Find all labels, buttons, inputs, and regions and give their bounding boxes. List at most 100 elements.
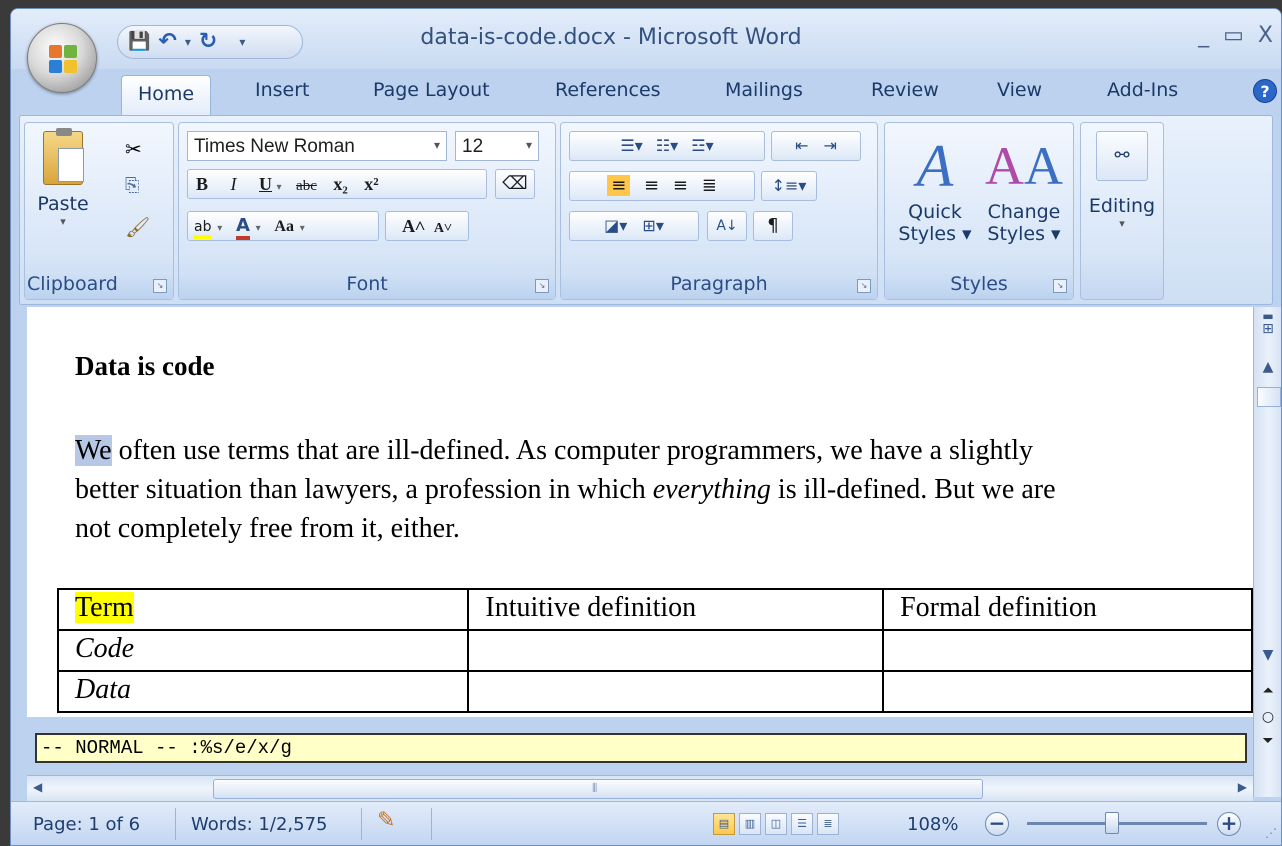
superscript-button[interactable]: x² xyxy=(364,174,378,194)
format-painter-icon[interactable]: 🖌 xyxy=(125,215,150,239)
clipboard-icon xyxy=(43,128,84,185)
table-cell[interactable] xyxy=(467,670,885,713)
font-color-icon[interactable]: A xyxy=(235,215,250,240)
bullets-icon[interactable]: ☰▾ xyxy=(620,136,642,155)
clear-formatting-icon[interactable]: ⌫ xyxy=(495,169,535,199)
divider xyxy=(175,808,176,840)
tab-review[interactable]: Review xyxy=(871,79,939,101)
scroll-up-icon[interactable]: ▲ xyxy=(1256,359,1280,375)
help-icon[interactable]: ? xyxy=(1253,79,1277,103)
scroll-left-icon[interactable]: ◀ xyxy=(33,780,42,794)
tab-mailings[interactable]: Mailings xyxy=(725,79,803,101)
web-layout-icon[interactable]: ◫ xyxy=(765,813,787,835)
paste-button[interactable]: Paste ▾ xyxy=(35,128,91,249)
styles-launcher-icon[interactable]: ↘ xyxy=(1053,279,1067,293)
change-case-dropdown-icon[interactable]: ▾ xyxy=(300,223,305,234)
ruler-toggle-icon[interactable]: ⊞ xyxy=(1256,321,1280,337)
subscript-button[interactable]: x₂ xyxy=(333,174,347,194)
editing-button[interactable]: ⚯ Editing ▾ xyxy=(1087,131,1157,230)
font-color-dropdown-icon[interactable]: ▾ xyxy=(256,223,261,234)
decrease-indent-icon[interactable]: ⇤ xyxy=(795,136,808,155)
numbering-icon[interactable]: ☷▾ xyxy=(656,136,678,155)
show-hide-button[interactable]: ¶ xyxy=(753,211,793,241)
increase-indent-icon[interactable]: ⇥ xyxy=(824,136,837,155)
line-spacing-icon[interactable]: ↕≡▾ xyxy=(761,171,817,201)
document-page[interactable]: Data is code We often use terms that are… xyxy=(27,307,1253,717)
align-center-icon[interactable]: ≡ xyxy=(644,175,659,196)
font-size-combo[interactable]: 12 ▾ xyxy=(455,131,539,161)
paste-label: Paste xyxy=(37,193,89,215)
align-left-icon[interactable]: ≡ xyxy=(607,175,631,196)
table-cell[interactable] xyxy=(882,670,1253,713)
change-case-button[interactable]: Aa xyxy=(274,218,294,235)
table-header-cell[interactable]: Term xyxy=(56,588,470,631)
horizontal-scrollbar[interactable]: ◀ ⦀ ▶ xyxy=(27,775,1253,801)
proofing-icon[interactable]: ✎ xyxy=(377,808,395,833)
table-cell[interactable]: Code xyxy=(56,629,470,672)
table-header-cell[interactable]: Formal definition xyxy=(882,588,1253,631)
minimize-button[interactable]: _ xyxy=(1198,23,1209,48)
page-count[interactable]: Page: 1 of 6 xyxy=(33,814,140,835)
previous-page-icon[interactable]: ⏶ xyxy=(1256,683,1280,699)
change-styles-button[interactable]: AA Change Styles ▾ xyxy=(981,131,1067,245)
zoom-out-button[interactable]: − xyxy=(985,812,1009,836)
scroll-down-icon[interactable]: ▼ xyxy=(1256,647,1280,663)
table-cell[interactable] xyxy=(467,629,885,672)
shrink-font-button[interactable]: A˅ xyxy=(434,221,452,236)
window-controls: _ ▭ X xyxy=(1198,23,1273,48)
underline-dropdown-icon[interactable]: ▾ xyxy=(277,182,282,193)
paragraph-launcher-icon[interactable]: ↘ xyxy=(857,279,871,293)
font-name-combo[interactable]: Times New Roman ▾ xyxy=(187,131,447,161)
tab-add-ins[interactable]: Add-Ins xyxy=(1107,79,1178,101)
tab-home[interactable]: Home xyxy=(121,75,212,115)
zoom-in-button[interactable]: + xyxy=(1217,812,1241,836)
tab-view[interactable]: View xyxy=(997,79,1042,101)
highlight-icon[interactable]: ab xyxy=(194,219,212,239)
copy-icon[interactable]: ⎘ xyxy=(125,175,139,196)
vertical-scrollbar[interactable]: ▬ ⊞ ▲ ▼ ⏶ ○ ⏷ xyxy=(1253,307,1281,797)
quick-styles-button[interactable]: A Quick Styles ▾ xyxy=(893,131,977,245)
cut-icon[interactable]: ✂ xyxy=(125,137,142,161)
font-launcher-icon[interactable]: ↘ xyxy=(535,279,549,293)
full-screen-reading-icon[interactable]: ▥ xyxy=(739,813,761,835)
highlight-dropdown-icon[interactable]: ▾ xyxy=(217,223,222,234)
grow-font-button[interactable]: A˄ xyxy=(402,216,425,236)
word-count[interactable]: Words: 1/2,575 xyxy=(191,814,327,835)
customize-qat-icon[interactable]: ▾ xyxy=(239,35,245,49)
underline-button[interactable]: U xyxy=(259,174,272,194)
browse-object-icon[interactable]: ○ xyxy=(1256,709,1280,725)
zoom-level[interactable]: 108% xyxy=(907,814,958,835)
sort-icon[interactable]: A↓ xyxy=(707,211,747,241)
draft-icon[interactable]: ≣ xyxy=(817,813,839,835)
redo-icon[interactable]: ↻ xyxy=(199,31,217,53)
borders-icon[interactable]: ⊞▾ xyxy=(642,216,663,235)
outline-icon[interactable]: ☰ xyxy=(791,813,813,835)
close-button[interactable]: X xyxy=(1258,23,1273,48)
office-button[interactable] xyxy=(27,23,97,93)
tab-page-layout[interactable]: Page Layout xyxy=(373,79,490,101)
table-cell[interactable] xyxy=(882,629,1253,672)
justify-icon[interactable]: ≣ xyxy=(702,175,717,196)
clipboard-launcher-icon[interactable]: ↘ xyxy=(153,279,167,293)
table-cell[interactable]: Data xyxy=(56,670,470,713)
tab-references[interactable]: References xyxy=(555,79,661,101)
shading-icon[interactable]: ◪▾ xyxy=(604,216,627,235)
maximize-button[interactable]: ▭ xyxy=(1223,23,1244,48)
vertical-scroll-thumb[interactable] xyxy=(1257,387,1281,407)
next-page-icon[interactable]: ⏷ xyxy=(1256,733,1280,749)
scroll-right-icon[interactable]: ▶ xyxy=(1238,780,1247,794)
multilevel-list-icon[interactable]: ☲▾ xyxy=(691,136,713,155)
italic-button[interactable]: I xyxy=(231,174,237,194)
zoom-slider-thumb[interactable] xyxy=(1105,812,1119,834)
print-layout-icon[interactable]: ▤ xyxy=(713,813,735,835)
table-header-cell[interactable]: Intuitive definition xyxy=(467,588,885,631)
bold-button[interactable]: B xyxy=(196,174,208,194)
horizontal-scroll-thumb[interactable]: ⦀ xyxy=(213,779,983,799)
align-right-icon[interactable]: ≡ xyxy=(673,175,688,196)
strikethrough-button[interactable]: abc xyxy=(296,178,317,194)
undo-dropdown-icon[interactable]: ▾ xyxy=(185,35,191,49)
undo-icon[interactable]: ↶ xyxy=(158,31,176,53)
save-icon[interactable]: 💾 xyxy=(128,31,150,53)
resize-grip-icon[interactable]: ⋰ xyxy=(1265,826,1277,840)
tab-insert[interactable]: Insert xyxy=(255,79,310,101)
